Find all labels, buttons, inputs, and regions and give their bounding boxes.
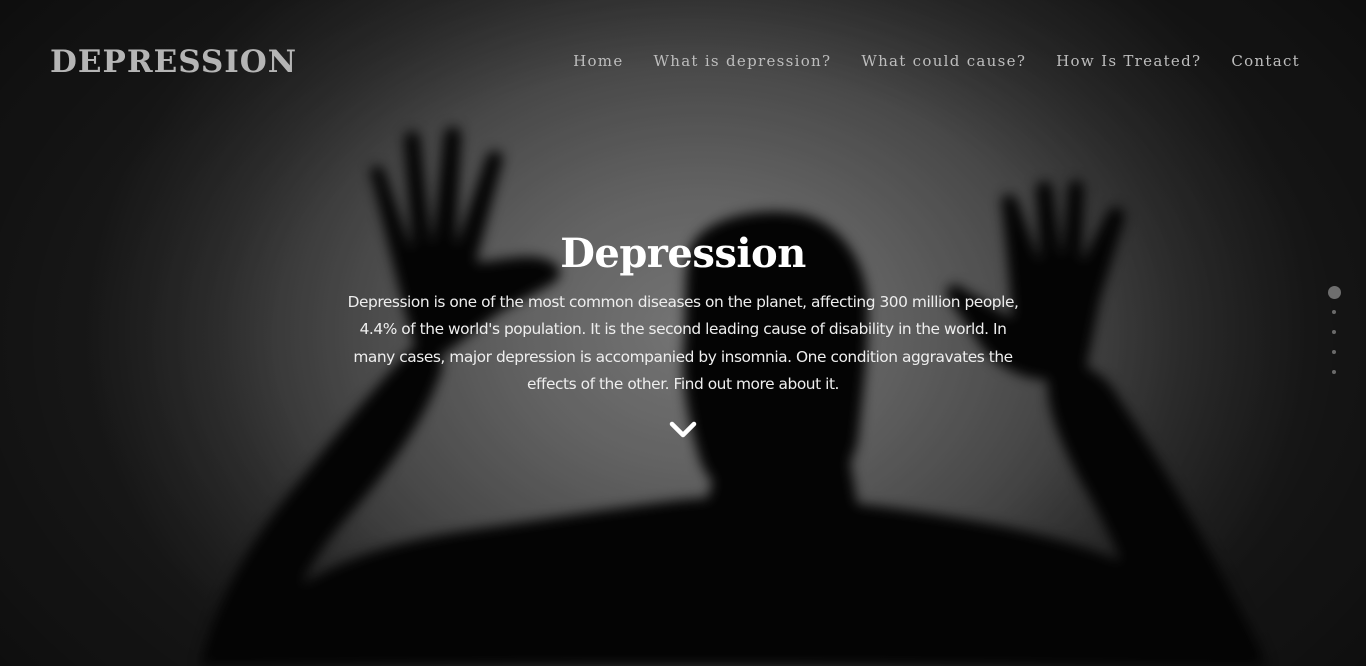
pagination-dot-3[interactable] bbox=[1332, 330, 1336, 334]
scroll-down-button[interactable] bbox=[667, 416, 699, 444]
chevron-down-icon bbox=[669, 421, 697, 438]
hero-title: Depression bbox=[560, 230, 806, 277]
nav-item-what-could-cause: What could cause? bbox=[861, 50, 1026, 72]
pagination-dot-1[interactable] bbox=[1327, 286, 1341, 299]
page: DEPRESSION Home What is depression? What… bbox=[0, 0, 1366, 666]
nav-link-what-could-cause[interactable]: What could cause? bbox=[861, 52, 1026, 70]
site-header: DEPRESSION Home What is depression? What… bbox=[0, 0, 1366, 122]
nav-link-contact[interactable]: Contact bbox=[1231, 52, 1300, 70]
nav-link-how-is-treated[interactable]: How Is Treated? bbox=[1056, 52, 1201, 70]
section-pagination bbox=[1327, 286, 1341, 374]
pagination-dot-4[interactable] bbox=[1332, 350, 1336, 354]
pagination-dot-5[interactable] bbox=[1332, 370, 1336, 374]
nav-item-home: Home bbox=[573, 50, 623, 72]
hero-description: Depression is one of the most common dis… bbox=[347, 293, 1019, 393]
main-navigation: Home What is depression? What could caus… bbox=[573, 50, 1300, 72]
brand-logo-link[interactable]: DEPRESSION bbox=[50, 42, 297, 82]
nav-item-what-is-depression: What is depression? bbox=[654, 50, 832, 72]
nav-item-contact: Contact bbox=[1231, 50, 1300, 72]
pagination-dot-2[interactable] bbox=[1332, 310, 1336, 314]
nav-item-how-is-treated: How Is Treated? bbox=[1056, 50, 1201, 72]
nav-link-what-is-depression[interactable]: What is depression? bbox=[654, 52, 832, 70]
nav-link-home[interactable]: Home bbox=[573, 52, 623, 70]
